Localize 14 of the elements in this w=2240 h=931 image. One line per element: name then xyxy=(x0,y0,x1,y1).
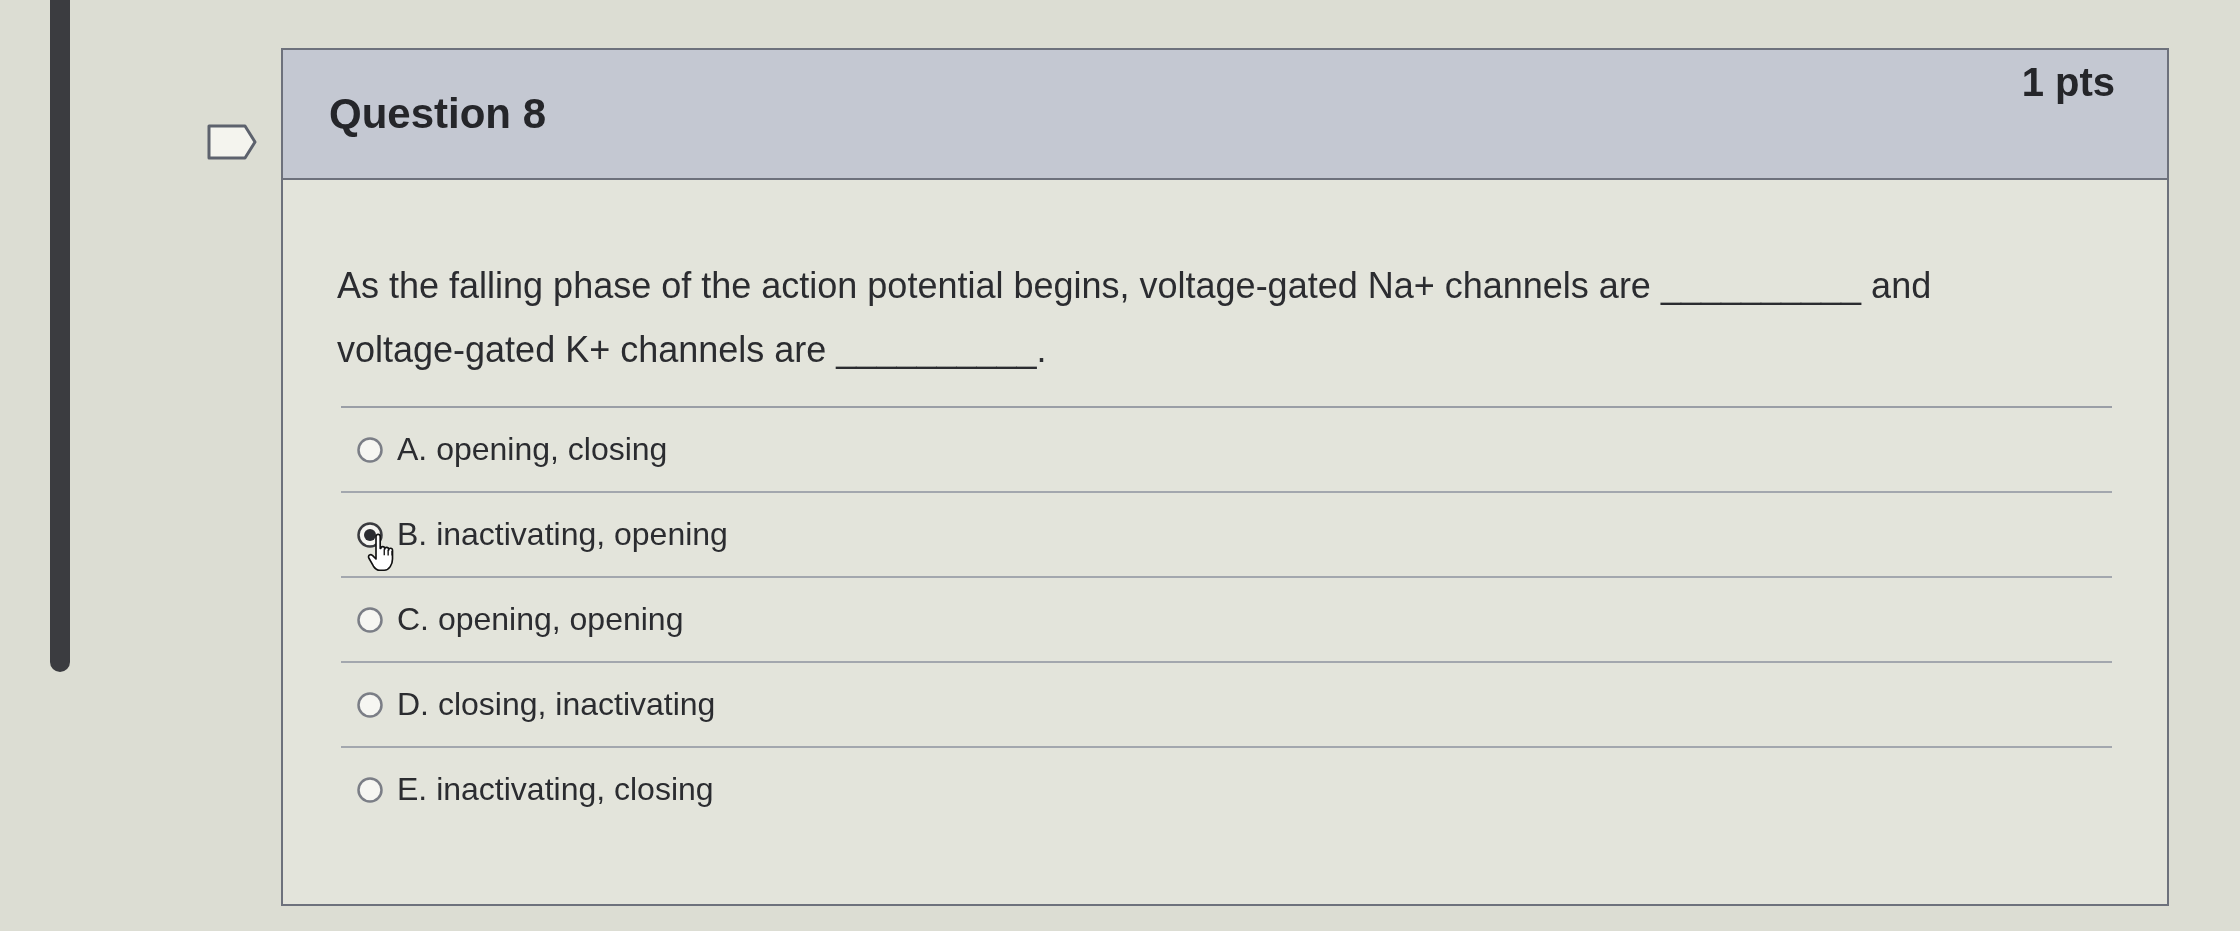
answer-option[interactable]: C. opening, opening xyxy=(397,601,684,638)
radio-button[interactable] xyxy=(357,606,383,633)
flag-icon[interactable] xyxy=(207,124,257,160)
question-title: Question 8 xyxy=(329,90,547,138)
answer-option[interactable]: E. inactivating, closing xyxy=(397,771,714,808)
radio-button[interactable] xyxy=(357,691,383,718)
radio-button[interactable] xyxy=(357,776,383,803)
answer-option[interactable]: B. inactivating, opening xyxy=(397,516,728,553)
answer-option[interactable]: A. opening, closing xyxy=(397,431,668,468)
scroll-bar[interactable] xyxy=(50,0,70,672)
question-text: As the falling phase of the action potential begins, voltage-gated Na+ channels are __________ and voltage-gated K+ channels are __________. xyxy=(337,264,1933,372)
radio-button[interactable] xyxy=(357,436,383,463)
answer-option[interactable]: D. closing, inactivating xyxy=(397,686,716,723)
question-points: 1 pts xyxy=(2021,60,2115,105)
